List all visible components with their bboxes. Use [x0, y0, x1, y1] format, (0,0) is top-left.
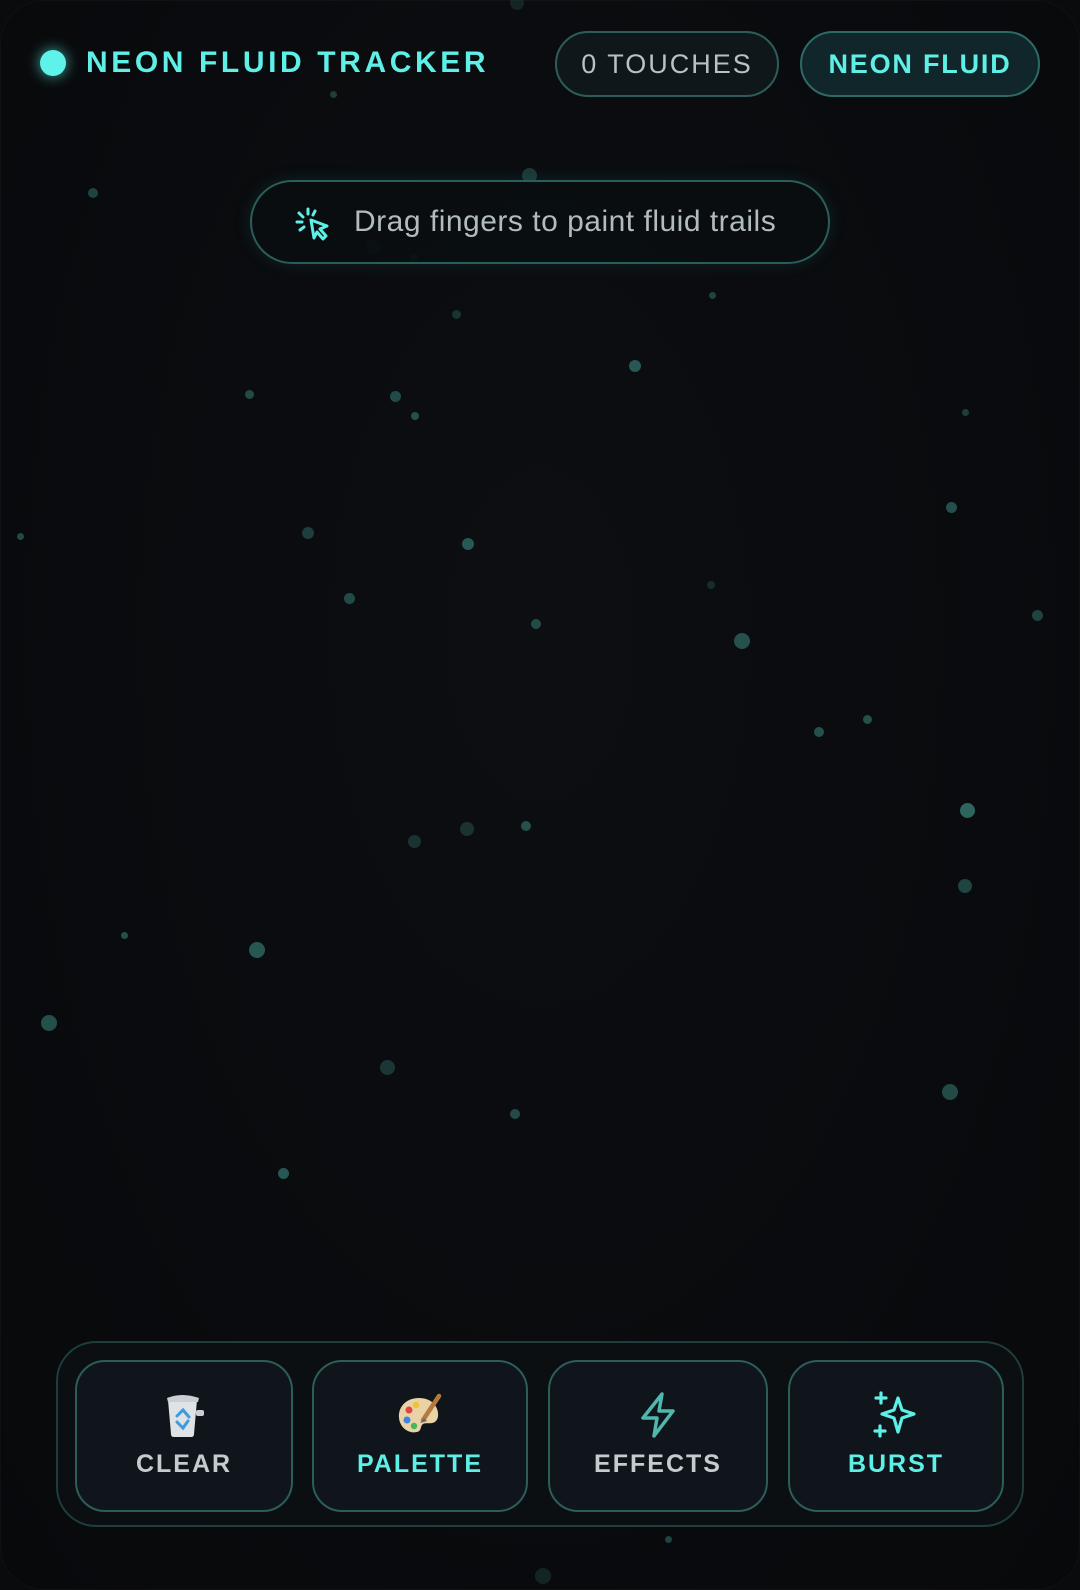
touch-count-badge: 0 TOUCHES [555, 31, 779, 97]
app-screen: NEON FLUID TRACKER 0 TOUCHES NEON FLUID … [0, 0, 1080, 1590]
particle [958, 879, 972, 893]
clear-button[interactable]: CLEAR [75, 1360, 293, 1512]
particle [521, 821, 531, 831]
particle [41, 1015, 57, 1031]
particle [709, 292, 716, 299]
particle [665, 1536, 672, 1543]
recycle-bin-icon [159, 1390, 209, 1440]
app-title: NEON FLUID TRACKER [86, 46, 490, 79]
burst-label: BURST [847, 1450, 945, 1478]
particle [629, 360, 641, 372]
palette-icon [395, 1390, 445, 1440]
particle [278, 1168, 289, 1179]
header: NEON FLUID TRACKER 0 TOUCHES NEON FLUID [0, 0, 1080, 126]
instruction-hint: Drag fingers to paint fluid trails [250, 180, 830, 264]
particle [531, 619, 541, 629]
particle [411, 412, 419, 420]
instruction-text: Drag fingers to paint fluid trails [354, 205, 777, 238]
particle [408, 835, 421, 848]
particle [942, 1084, 958, 1100]
particle [535, 1568, 551, 1584]
particle [390, 391, 401, 402]
clear-label: CLEAR [135, 1450, 233, 1478]
particle [946, 502, 957, 513]
particle [302, 527, 314, 539]
particle [707, 581, 715, 589]
effects-label: EFFECTS [594, 1450, 722, 1478]
particle [460, 822, 474, 836]
particle [245, 390, 254, 399]
effects-button[interactable]: EFFECTS [548, 1360, 768, 1512]
particle [1032, 610, 1043, 621]
particle [960, 803, 975, 818]
particle [88, 188, 98, 198]
particle [962, 409, 969, 416]
particle [17, 533, 24, 540]
particle [510, 1109, 520, 1119]
action-toolbar: CLEAR PALETTE EFFECTS BURST [56, 1341, 1024, 1527]
particle [814, 727, 824, 737]
sparkles-icon [871, 1390, 921, 1440]
palette-button[interactable]: PALETTE [312, 1360, 528, 1512]
particle [249, 942, 265, 958]
particle [462, 538, 474, 550]
palette-label: PALETTE [356, 1450, 484, 1478]
status-dot-icon [40, 50, 66, 76]
lightning-icon [633, 1390, 683, 1440]
particle [121, 932, 128, 939]
pointer-click-icon [294, 205, 332, 243]
particle [452, 310, 461, 319]
mode-button[interactable]: NEON FLUID [800, 31, 1040, 97]
particle [380, 1060, 395, 1075]
burst-button[interactable]: BURST [788, 1360, 1004, 1512]
particle [344, 593, 355, 604]
particle [863, 715, 872, 724]
particle [734, 633, 750, 649]
